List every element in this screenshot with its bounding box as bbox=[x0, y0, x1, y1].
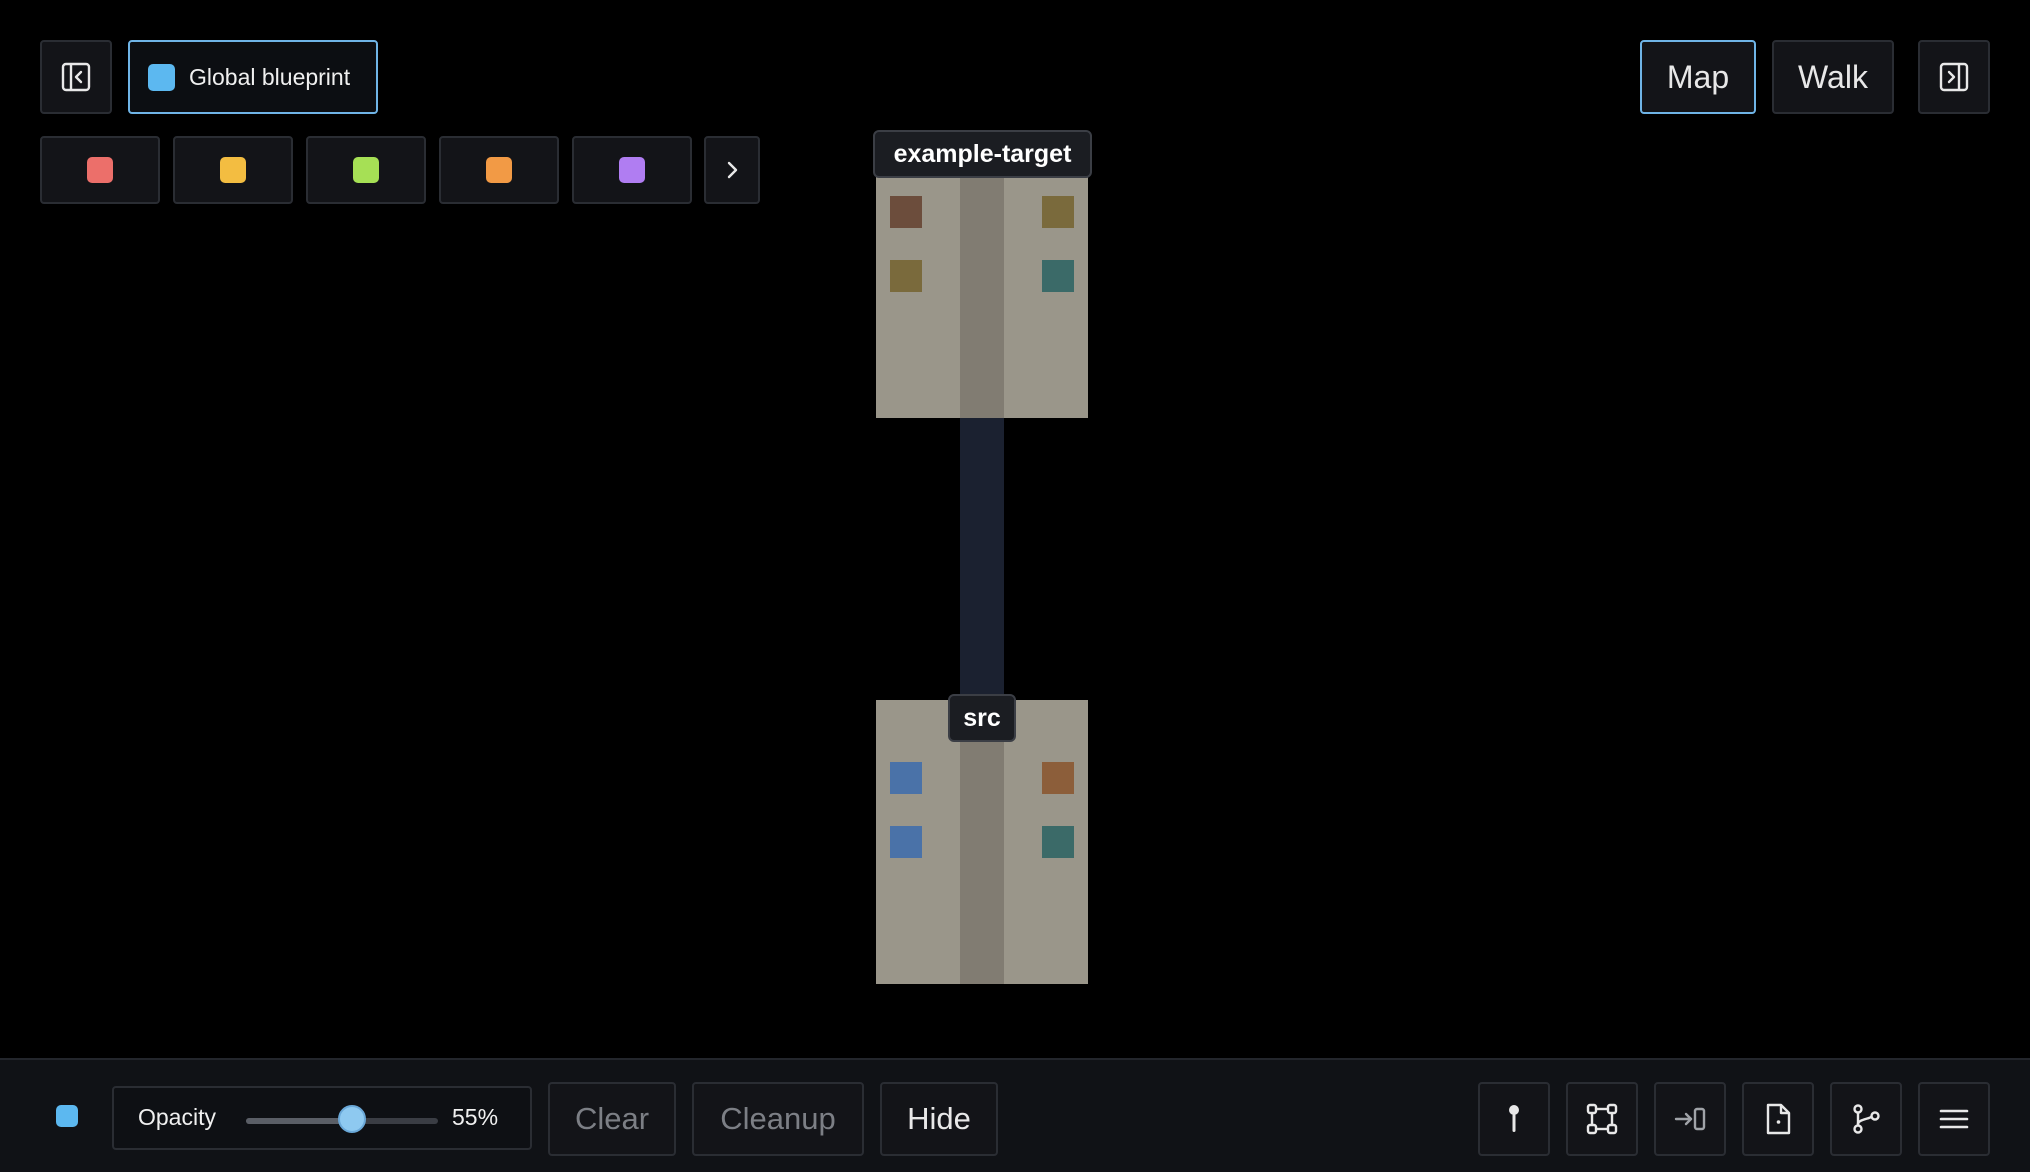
opacity-control: Opacity 55% bbox=[112, 1086, 532, 1150]
opacity-label: Opacity bbox=[138, 1104, 216, 1130]
palette-color-yellow-button[interactable] bbox=[173, 136, 293, 204]
building-label-src: src bbox=[948, 694, 1016, 742]
building-label-example-target: example-target bbox=[873, 130, 1092, 178]
layer-color-swatch bbox=[148, 63, 175, 91]
pin-icon bbox=[1500, 1102, 1528, 1136]
opacity-slider-fill bbox=[246, 1118, 352, 1124]
palette-color-red-button[interactable] bbox=[40, 136, 160, 204]
palette-swatch-purple bbox=[619, 157, 645, 183]
palette-color-orange-button[interactable] bbox=[439, 136, 559, 204]
layer-selector-button[interactable]: Global blueprint bbox=[128, 40, 378, 114]
chevron-right-icon bbox=[722, 160, 742, 180]
hide-label: Hide bbox=[907, 1101, 971, 1136]
view-walk-label: Walk bbox=[1798, 58, 1868, 95]
layer-label: Global blueprint bbox=[189, 63, 351, 90]
selection-frame-icon bbox=[1585, 1102, 1619, 1136]
building-window bbox=[1042, 196, 1074, 228]
menu-button[interactable] bbox=[1918, 1082, 1990, 1156]
app-root: Global blueprint Map Walk example-target… bbox=[0, 0, 2030, 1172]
active-layer-swatch bbox=[56, 1105, 78, 1127]
palette-swatch-orange bbox=[486, 157, 512, 183]
palette-color-purple-button[interactable] bbox=[572, 136, 692, 204]
cleanup-label: Cleanup bbox=[720, 1101, 836, 1136]
hide-button[interactable]: Hide bbox=[880, 1082, 998, 1156]
cleanup-button[interactable]: Cleanup bbox=[692, 1082, 864, 1156]
building-example-target[interactable] bbox=[876, 162, 1088, 418]
palette-swatch-red bbox=[87, 157, 113, 183]
clear-label: Clear bbox=[574, 1101, 650, 1136]
building-window bbox=[890, 762, 922, 794]
select-tool-button[interactable] bbox=[1566, 1082, 1638, 1156]
view-map-button[interactable]: Map bbox=[1640, 40, 1756, 114]
view-walk-button[interactable]: Walk bbox=[1772, 40, 1894, 114]
branch-tool-button[interactable] bbox=[1830, 1082, 1902, 1156]
building-window bbox=[890, 826, 922, 858]
building-window bbox=[890, 260, 922, 292]
building-window bbox=[1042, 260, 1074, 292]
bottom-toolbar: Opacity 55% Clear Cleanup Hide bbox=[0, 1058, 2030, 1172]
building-connector bbox=[960, 418, 1004, 702]
hamburger-menu-icon bbox=[1939, 1107, 1969, 1131]
building-window bbox=[1042, 826, 1074, 858]
pin-tool-button[interactable] bbox=[1478, 1082, 1550, 1156]
palette-swatch-yellow bbox=[220, 157, 246, 183]
view-map-label: Map bbox=[1666, 58, 1730, 95]
sidebar-right-icon bbox=[1939, 62, 1969, 92]
building-window bbox=[890, 196, 922, 228]
building-window bbox=[1042, 762, 1074, 794]
building-src[interactable] bbox=[876, 700, 1088, 984]
collapse-right-panel-button[interactable] bbox=[1918, 40, 1990, 114]
document-icon bbox=[1763, 1102, 1793, 1136]
enter-arrow-icon bbox=[1673, 1104, 1707, 1134]
opacity-slider-thumb[interactable] bbox=[337, 1105, 366, 1133]
git-branch-icon bbox=[1849, 1102, 1883, 1136]
palette-color-green-button[interactable] bbox=[306, 136, 426, 204]
collapse-left-panel-button[interactable] bbox=[40, 40, 112, 114]
clear-button[interactable]: Clear bbox=[548, 1082, 676, 1156]
palette-next-button[interactable] bbox=[704, 136, 760, 204]
opacity-value: 55% bbox=[452, 1104, 499, 1130]
building-corridor bbox=[960, 700, 1004, 984]
sidebar-collapse-icon bbox=[61, 62, 91, 92]
building-corridor bbox=[960, 162, 1004, 418]
enter-tool-button[interactable] bbox=[1654, 1082, 1726, 1156]
palette-swatch-green bbox=[353, 157, 379, 183]
document-tool-button[interactable] bbox=[1742, 1082, 1814, 1156]
